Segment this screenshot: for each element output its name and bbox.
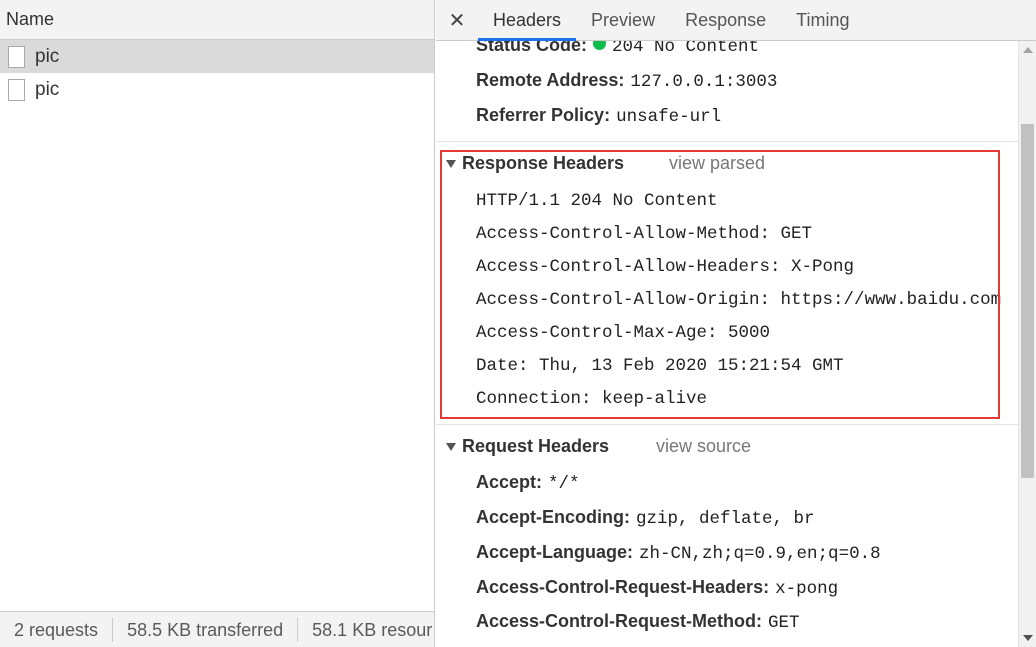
request-headers-toggle[interactable]: Request Headers bbox=[446, 436, 609, 457]
details-tab-bar: ✕ Headers Preview Response Timing bbox=[436, 0, 1036, 41]
request-header-row: Accept-Language: zh-CN,zh;q=0.9,en;q=0.8 bbox=[476, 542, 881, 564]
response-header-line: Access-Control-Allow-Method: GET bbox=[476, 224, 813, 244]
request-header-key: Access-Control-Request-Headers: bbox=[476, 577, 770, 597]
request-name: pic bbox=[35, 45, 60, 67]
request-header-value: x-pong bbox=[775, 579, 839, 599]
name-column-label: Name bbox=[6, 9, 55, 29]
section-divider bbox=[436, 141, 1018, 142]
referrer-policy-row: Referrer Policy: unsafe-url bbox=[476, 105, 721, 127]
scrollbar-thumb[interactable] bbox=[1021, 124, 1034, 478]
expand-triangle-icon bbox=[446, 159, 456, 168]
request-header-key: Accept: bbox=[476, 472, 543, 492]
request-count: 2 requests bbox=[0, 617, 114, 642]
response-header-line: HTTP/1.1 204 No Content bbox=[476, 191, 718, 211]
request-row[interactable]: pic bbox=[0, 73, 434, 106]
response-headers-toggle[interactable]: Response Headers bbox=[446, 153, 624, 174]
request-details-panel: ✕ Headers Preview Response Timing Status… bbox=[436, 0, 1036, 647]
request-header-row: Accept: */* bbox=[476, 472, 580, 494]
request-header-row: Access-Control-Request-Method: GET bbox=[476, 611, 800, 633]
request-header-value: gzip, deflate, br bbox=[636, 509, 815, 529]
document-icon bbox=[8, 78, 25, 101]
tab-timing[interactable]: Timing bbox=[781, 0, 864, 40]
remote-address-label: Remote Address: bbox=[476, 70, 625, 90]
request-header-row: Access-Control-Request-Headers: x-pong bbox=[476, 577, 838, 599]
tab-headers[interactable]: Headers bbox=[478, 0, 577, 41]
scroll-up-icon[interactable] bbox=[1023, 47, 1033, 53]
tab-response[interactable]: Response bbox=[670, 0, 781, 40]
request-header-key: Accept-Language: bbox=[476, 542, 634, 562]
transferred-size: 58.5 KB transferred bbox=[113, 617, 299, 642]
network-summary-bar: 2 requests 58.5 KB transferred 58.1 KB r… bbox=[0, 611, 434, 647]
request-header-value: GET bbox=[768, 613, 800, 633]
view-parsed-link[interactable]: view parsed bbox=[669, 153, 765, 174]
referrer-policy-label: Referrer Policy: bbox=[476, 105, 611, 125]
view-source-link[interactable]: view source bbox=[656, 436, 751, 457]
status-code-label: Status Code: bbox=[476, 41, 588, 55]
remote-address-row: Remote Address: 127.0.0.1:3003 bbox=[476, 70, 777, 92]
request-name: pic bbox=[35, 78, 60, 100]
headers-content: Status Code: 204 No Content Remote Addres… bbox=[436, 41, 1018, 647]
tab-preview[interactable]: Preview bbox=[576, 0, 670, 40]
document-icon bbox=[8, 45, 25, 68]
resources-size: 58.1 KB resour bbox=[312, 619, 433, 640]
response-header-line: Connection: keep-alive bbox=[476, 389, 708, 409]
scroll-down-icon[interactable] bbox=[1023, 635, 1033, 641]
request-header-value: zh-CN,zh;q=0.9,en;q=0.8 bbox=[639, 544, 881, 564]
request-header-row: Accept-Encoding: gzip, deflate, br bbox=[476, 507, 815, 529]
status-code-row: Status Code: 204 No Content bbox=[476, 41, 759, 57]
section-divider bbox=[436, 424, 1018, 425]
vertical-scrollbar[interactable] bbox=[1018, 41, 1036, 647]
request-header-key: Accept-Encoding: bbox=[476, 507, 631, 527]
request-list-panel: Name pic pic 2 requests 58.5 KB transfer… bbox=[0, 0, 435, 647]
expand-triangle-icon bbox=[446, 442, 456, 451]
close-icon[interactable]: ✕ bbox=[436, 0, 478, 40]
response-header-line: Access-Control-Allow-Headers: X-Pong bbox=[476, 257, 855, 277]
status-code-value: 204 No Content bbox=[612, 41, 760, 57]
request-headers-title: Request Headers bbox=[462, 436, 610, 456]
status-ok-icon bbox=[593, 41, 607, 50]
response-header-line: Access-Control-Max-Age: 5000 bbox=[476, 323, 771, 343]
response-header-line: Access-Control-Allow-Origin: https://www… bbox=[476, 290, 1002, 310]
request-header-value: */* bbox=[548, 474, 580, 494]
remote-address-value: 127.0.0.1:3003 bbox=[630, 72, 778, 92]
referrer-policy-value: unsafe-url bbox=[616, 107, 722, 127]
request-header-key: Access-Control-Request-Method: bbox=[476, 611, 763, 631]
response-header-line: Date: Thu, 13 Feb 2020 15:21:54 GMT bbox=[476, 356, 844, 376]
name-column-header[interactable]: Name bbox=[0, 0, 434, 40]
request-row[interactable]: pic bbox=[0, 40, 434, 73]
response-headers-title: Response Headers bbox=[462, 153, 625, 173]
